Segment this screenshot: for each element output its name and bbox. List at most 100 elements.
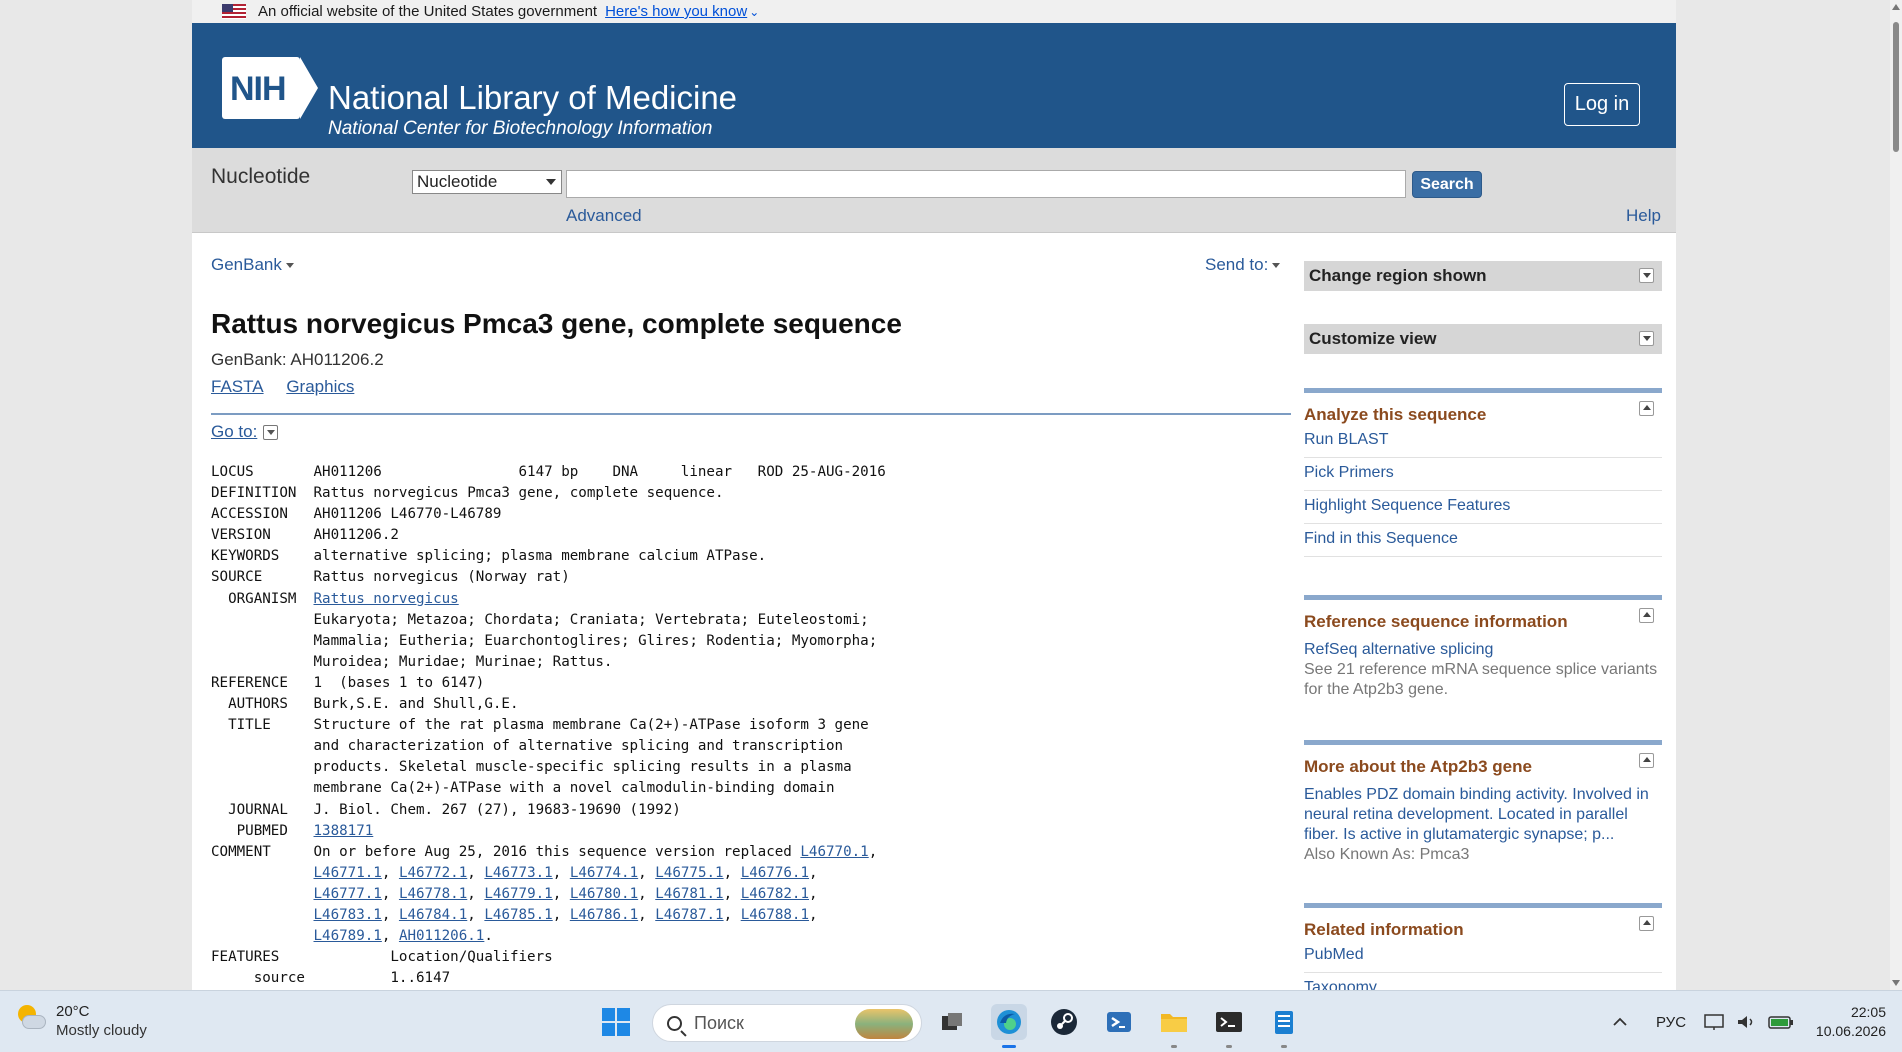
analyze-portlet-title: Analyze this sequence	[1304, 405, 1487, 424]
replaced-accession-link[interactable]: L46786.1	[570, 907, 638, 923]
partly-cloudy-icon	[14, 1003, 46, 1033]
us-flag-icon	[222, 4, 246, 19]
replaced-accession-link[interactable]: L46780.1	[570, 886, 638, 902]
chevron-down-icon[interactable]: ⌄	[749, 5, 759, 19]
powershell-button[interactable]	[1101, 1004, 1137, 1040]
goto-dropdown-icon[interactable]	[263, 425, 279, 441]
format-menu[interactable]: GenBank	[211, 255, 294, 275]
gb-accession: ACCESSION AH011206 L46770-L46789	[211, 506, 502, 523]
gb-source: SOURCE Rattus norvegicus (Norway rat)	[211, 569, 570, 586]
refseq-alt-splicing-link[interactable]: RefSeq alternative splicing	[1304, 640, 1662, 660]
network-icon[interactable]	[1704, 991, 1726, 1052]
help-link[interactable]: Help	[1626, 206, 1661, 226]
system-clock[interactable]: 22:05 10.06.2026	[1816, 1003, 1886, 1041]
nih-logo[interactable]: NIH	[222, 57, 318, 119]
fasta-link[interactable]: FASTA	[211, 377, 264, 396]
volume-icon[interactable]	[1736, 991, 1758, 1052]
search-highlight-image	[855, 1009, 913, 1039]
replaced-accession-link[interactable]: L46787.1	[655, 907, 723, 923]
find-in-sequence-link[interactable]: Find in this Sequence	[1304, 524, 1662, 557]
replaced-accession-link[interactable]: L46773.1	[484, 865, 552, 881]
change-region-portlet[interactable]: Change region shown	[1304, 261, 1662, 291]
collapse-toggle-icon[interactable]	[1639, 401, 1654, 416]
replaced-accession-link[interactable]: L46784.1	[399, 907, 467, 923]
gb-version: VERSION AH011206.2	[211, 527, 399, 544]
taskbar-search[interactable]: Поиск	[652, 1004, 922, 1042]
nlm-title[interactable]: National Library of Medicine	[328, 79, 737, 117]
chevron-up-icon	[1613, 1017, 1627, 1026]
replaced-accession-link[interactable]: L46783.1	[314, 907, 382, 923]
gb-keywords: KEYWORDS alternative splicing; plasma me…	[211, 548, 767, 565]
send-to-dropdown-icon	[1272, 263, 1281, 269]
collapse-toggle-icon[interactable]	[1639, 753, 1654, 768]
replaced-accession-link[interactable]: L46777.1	[314, 886, 382, 902]
gb-comment-1: COMMENT On or before Aug 25, 2016 this s…	[211, 843, 878, 860]
search-input[interactable]	[566, 170, 1406, 198]
graphics-link[interactable]: Graphics	[286, 377, 354, 396]
replaced-accession-link[interactable]: L46772.1	[399, 865, 467, 881]
search-button[interactable]: Search	[1412, 171, 1482, 198]
input-language[interactable]: РУС	[1656, 991, 1686, 1052]
replaced-accession-link[interactable]: L46776.1	[741, 865, 809, 881]
task-view-button[interactable]	[934, 1004, 970, 1040]
advanced-search-link[interactable]: Advanced	[566, 206, 642, 226]
scroll-up-arrow-icon[interactable]	[1892, 4, 1900, 10]
genbank-flatfile: LOCUS AH011206 6147 bp DNA linear ROD 25…	[211, 462, 886, 989]
gb-comment-3: L46777.1, L46778.1, L46779.1, L46780.1, …	[313, 885, 818, 902]
replaced-accession-link[interactable]: L46774.1	[570, 865, 638, 881]
gb-source-feature: source 1..6147	[211, 970, 451, 987]
run-blast-link[interactable]: Run BLAST	[1304, 425, 1662, 458]
gb-lineage-3: Muroidea; Muridae; Murinae; Rattus.	[211, 653, 613, 670]
tray-overflow-button[interactable]	[1612, 991, 1628, 1052]
weather-widget[interactable]: 20°C Mostly cloudy	[14, 1003, 147, 1039]
send-to-menu[interactable]: Send to:	[1205, 255, 1281, 275]
pubmed-id-link[interactable]: 1388171	[314, 823, 374, 839]
terminal-button[interactable]	[1211, 1004, 1247, 1048]
start-button[interactable]	[598, 1004, 634, 1040]
replaced-accession-link[interactable]: L46775.1	[655, 865, 723, 881]
login-button[interactable]: Log in	[1564, 83, 1640, 126]
scroll-down-arrow-icon[interactable]	[1892, 980, 1900, 986]
expand-toggle-icon[interactable]	[1639, 331, 1654, 346]
collapse-toggle-icon[interactable]	[1639, 916, 1654, 931]
gene-aka: Also Known As: Pmca3	[1304, 846, 1470, 863]
replaced-accession-link[interactable]: L46771.1	[314, 865, 382, 881]
replaced-accession-link[interactable]: L46779.1	[484, 886, 552, 902]
collapse-toggle-icon[interactable]	[1639, 608, 1654, 623]
accession-line: GenBank: AH011206.2	[211, 350, 384, 369]
gb-comment-4: L46783.1, L46784.1, L46785.1, L46786.1, …	[313, 906, 818, 923]
customize-view-portlet[interactable]: Customize view	[1304, 324, 1662, 354]
powershell-icon	[1107, 1012, 1131, 1032]
taxonomy-link[interactable]: Taxonomy	[1304, 973, 1662, 990]
goto-menu[interactable]: Go to:	[211, 422, 279, 442]
browser-scrollbar[interactable]	[1890, 0, 1902, 990]
replaced-accession-link[interactable]: L46782.1	[741, 886, 809, 902]
replaced-accession-link[interactable]: L46778.1	[399, 886, 467, 902]
pubmed-link[interactable]: PubMed	[1304, 940, 1662, 973]
gene-summary-link[interactable]: Enables PDZ domain binding activity. Inv…	[1304, 785, 1662, 845]
database-select[interactable]: Nucleotide	[412, 170, 562, 194]
heres-how-you-know-link[interactable]: Here's how you know	[605, 3, 747, 20]
file-explorer-button[interactable]	[1156, 1004, 1192, 1048]
replaced-accession-link[interactable]: L46788.1	[741, 907, 809, 923]
gb-title-4: membrane Ca(2+)-ATPase with a novel calm…	[211, 780, 835, 797]
organism-link[interactable]: Rattus norvegicus	[314, 591, 459, 607]
replaced-accession-link[interactable]: AH011206.1	[399, 928, 484, 944]
replaced-accession-link[interactable]: L46781.1	[655, 886, 723, 902]
replaced-accession-link[interactable]: L46770.1	[800, 844, 868, 860]
steam-button[interactable]	[1046, 1004, 1082, 1040]
expand-toggle-icon[interactable]	[1639, 268, 1654, 283]
notepad-button[interactable]	[1266, 1004, 1302, 1048]
ncbi-subtitle[interactable]: National Center for Biotechnology Inform…	[328, 118, 712, 140]
replaced-accession-link[interactable]: L46785.1	[484, 907, 552, 923]
pick-primers-link[interactable]: Pick Primers	[1304, 458, 1662, 491]
edge-browser-button[interactable]	[991, 1004, 1027, 1048]
steam-icon	[1051, 1009, 1077, 1035]
search-icon	[667, 1015, 682, 1031]
database-title: Nucleotide	[211, 165, 311, 188]
terminal-icon	[1216, 1012, 1242, 1032]
battery-icon[interactable]	[1768, 991, 1794, 1052]
replaced-accession-link[interactable]: L46789.1	[314, 928, 382, 944]
scroll-thumb[interactable]	[1893, 22, 1899, 152]
highlight-features-link[interactable]: Highlight Sequence Features	[1304, 491, 1662, 524]
